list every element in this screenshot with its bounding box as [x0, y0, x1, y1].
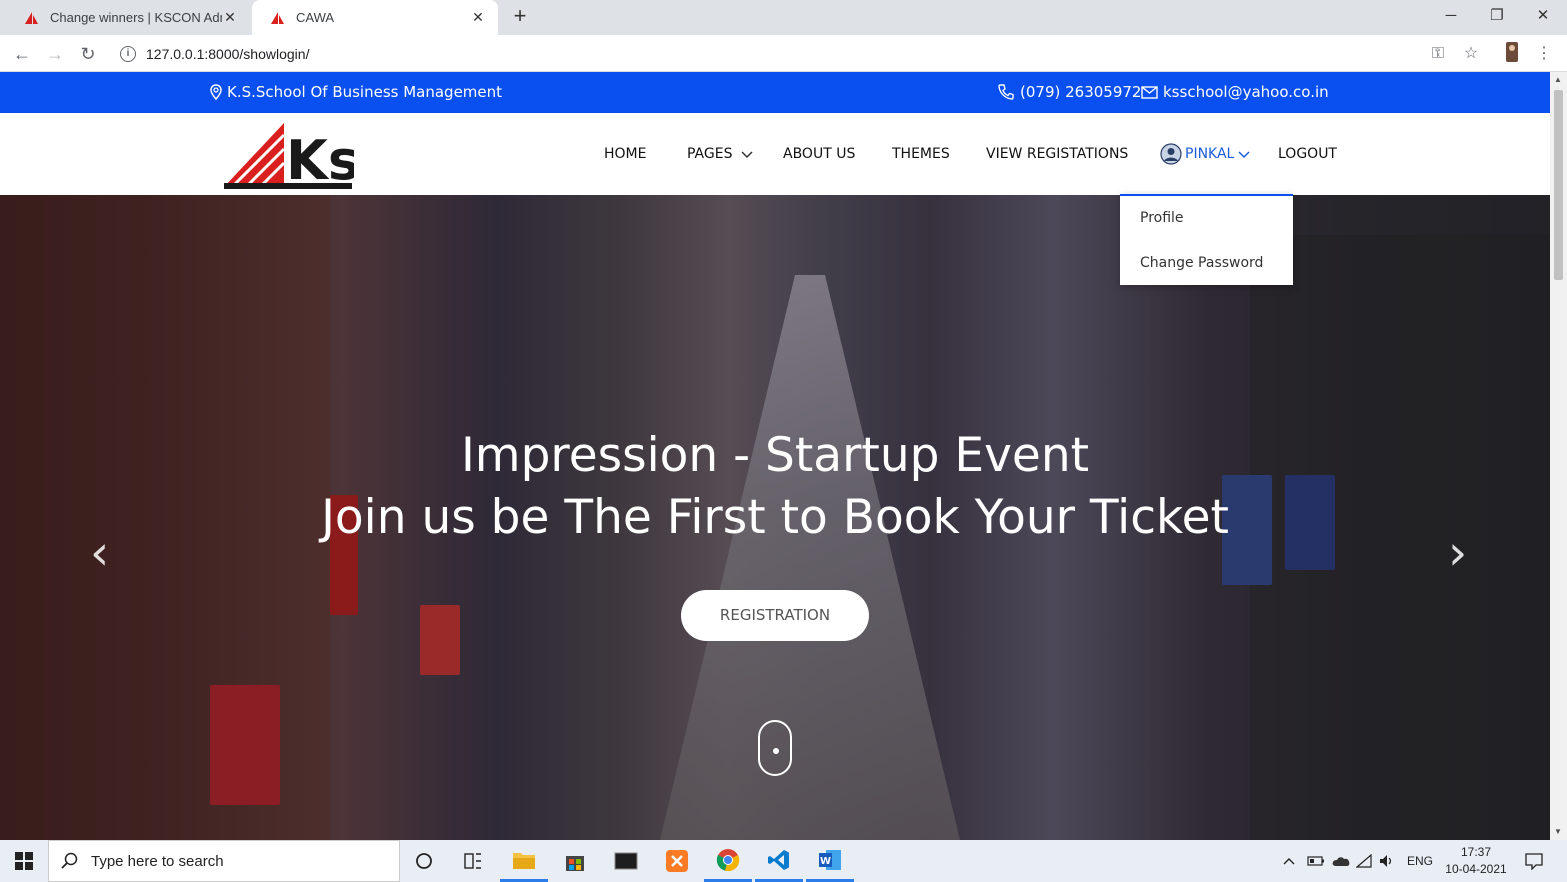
- close-tab-icon[interactable]: ✕: [222, 9, 238, 26]
- phone-icon: [998, 84, 1014, 100]
- taskbar-clock[interactable]: 17:37 10-04-2021: [1440, 844, 1512, 878]
- ks-favicon-icon: [270, 10, 286, 26]
- clock-time: 17:37: [1460, 845, 1492, 859]
- language-indicator[interactable]: ENG: [1407, 840, 1433, 882]
- clock-date: 10-04-2021: [1445, 862, 1507, 876]
- scroll-down-mouse-icon[interactable]: [758, 720, 792, 776]
- onedrive-icon[interactable]: [1331, 840, 1351, 882]
- nav-pages-label: PAGES: [687, 146, 733, 162]
- scroll-up-icon[interactable]: ▲: [1554, 75, 1562, 84]
- new-tab-button[interactable]: +: [508, 4, 532, 28]
- prev-slide-arrow[interactable]: ‹: [90, 525, 109, 581]
- terminal-icon[interactable]: [602, 840, 650, 882]
- taskbar-search-box[interactable]: Type here to search: [48, 840, 400, 882]
- location-info: K.S.School Of Business Management: [210, 83, 502, 101]
- school-name: K.S.School Of Business Management: [227, 83, 503, 101]
- notifications-icon[interactable]: [1524, 840, 1544, 882]
- street-sign: [210, 685, 280, 805]
- chrome-icon[interactable]: [704, 840, 752, 882]
- street-sign: [420, 605, 460, 675]
- store-icon[interactable]: [551, 840, 599, 882]
- user-name: PINKAL: [1185, 146, 1235, 162]
- menu-item-profile[interactable]: Profile: [1140, 210, 1184, 226]
- search-icon: [61, 852, 78, 869]
- back-icon[interactable]: ←: [9, 41, 35, 67]
- volume-icon[interactable]: [1379, 840, 1395, 882]
- ks-favicon-icon: [24, 10, 40, 26]
- tab-title: CAWA: [296, 10, 335, 25]
- address-bar-row: ← → ↻ i 127.0.0.1:8000/showlogin/ ⚿ ☆ ⋮: [0, 35, 1567, 72]
- xampp-icon[interactable]: [653, 840, 701, 882]
- show-hidden-icons[interactable]: [1282, 840, 1296, 882]
- chevron-down-icon: [1238, 151, 1250, 159]
- hero-subtitle: Join us be The First to Book Your Ticket: [321, 490, 1229, 545]
- tab-kscon-admin[interactable]: Change winners | KSCON Admin ✕: [6, 0, 250, 35]
- close-window-icon[interactable]: ✕: [1520, 0, 1566, 32]
- forward-icon[interactable]: →: [42, 41, 68, 67]
- chevron-down-icon: [741, 151, 753, 159]
- scroll-down-icon[interactable]: ▼: [1554, 827, 1562, 836]
- page-viewport: K.S.School Of Business Management (079) …: [0, 72, 1550, 840]
- registration-button[interactable]: REGISTRATION: [681, 590, 869, 641]
- battery-icon[interactable]: [1307, 840, 1325, 882]
- svg-text:Ks: Ks: [286, 129, 354, 191]
- email-info[interactable]: ksschool@yahoo.co.in: [1141, 83, 1329, 101]
- nav-user-menu[interactable]: PINKAL: [1160, 143, 1251, 165]
- nav-view-registrations[interactable]: VIEW REGISTATIONS: [986, 146, 1128, 162]
- user-dropdown-menu: Profile Change Password: [1120, 194, 1293, 285]
- page-scrollbar[interactable]: ▲ ▼: [1550, 72, 1567, 840]
- cortana-icon[interactable]: [400, 840, 448, 882]
- phone-number: (079) 26305972: [1020, 83, 1142, 101]
- site-header: Ks HOME PAGES ABOUT US THEMES VIEW REGIS…: [0, 113, 1550, 195]
- reload-icon[interactable]: ↻: [75, 41, 101, 67]
- close-tab-icon[interactable]: ✕: [470, 9, 486, 26]
- url-field[interactable]: i 127.0.0.1:8000/showlogin/: [110, 39, 1490, 68]
- email-address: ksschool@yahoo.co.in: [1163, 83, 1329, 101]
- wifi-icon[interactable]: [1356, 840, 1372, 882]
- nav-home[interactable]: HOME: [604, 146, 646, 162]
- phone-info[interactable]: (079) 26305972: [997, 83, 1141, 101]
- hero-slider: Impression - Startup Event Join us be Th…: [0, 195, 1550, 840]
- windows-logo-icon: [15, 852, 33, 870]
- next-slide-arrow[interactable]: ›: [1448, 525, 1467, 581]
- nav-about-us[interactable]: ABOUT US: [783, 146, 855, 162]
- contact-topbar: K.S.School Of Business Management (079) …: [0, 72, 1550, 113]
- tab-cawa[interactable]: CAWA ✕: [252, 0, 498, 35]
- word-icon[interactable]: W: [806, 840, 854, 882]
- map-pin-icon: [210, 84, 222, 100]
- user-avatar-icon: [1160, 143, 1182, 165]
- star-icon[interactable]: ☆: [1458, 41, 1484, 67]
- nav-pages[interactable]: PAGES: [687, 146, 754, 162]
- svg-text:W: W: [820, 856, 831, 867]
- nav-themes[interactable]: THEMES: [892, 146, 950, 162]
- file-explorer-icon[interactable]: [500, 840, 548, 882]
- ks-logo[interactable]: Ks: [222, 121, 360, 192]
- tab-title: Change winners | KSCON Admin: [50, 10, 222, 25]
- restore-icon[interactable]: ❐: [1474, 0, 1520, 32]
- browser-tab-strip: Change winners | KSCON Admin ✕ CAWA ✕ + …: [0, 0, 1567, 35]
- menu-icon[interactable]: ⋮: [1532, 41, 1556, 67]
- key-icon[interactable]: ⚿: [1425, 41, 1451, 67]
- hero-title: Impression - Startup Event: [460, 428, 1090, 483]
- minimize-icon[interactable]: ─: [1428, 0, 1474, 32]
- info-icon[interactable]: i: [120, 45, 136, 62]
- profile-avatar-icon[interactable]: [1500, 41, 1524, 67]
- search-placeholder: Type here to search: [91, 852, 224, 870]
- windows-taskbar: Type here to search W ENG 17:37 10-04-20…: [0, 840, 1567, 882]
- mail-icon: [1141, 85, 1158, 99]
- task-view-icon[interactable]: [449, 840, 497, 882]
- nav-logout[interactable]: LOGOUT: [1278, 146, 1337, 162]
- start-button[interactable]: [0, 840, 48, 882]
- url-text: 127.0.0.1:8000/showlogin/: [146, 45, 310, 62]
- vscode-icon[interactable]: [755, 840, 803, 882]
- scrollbar-thumb[interactable]: [1554, 90, 1563, 280]
- street: [660, 275, 960, 840]
- menu-item-change-password[interactable]: Change Password: [1140, 255, 1263, 271]
